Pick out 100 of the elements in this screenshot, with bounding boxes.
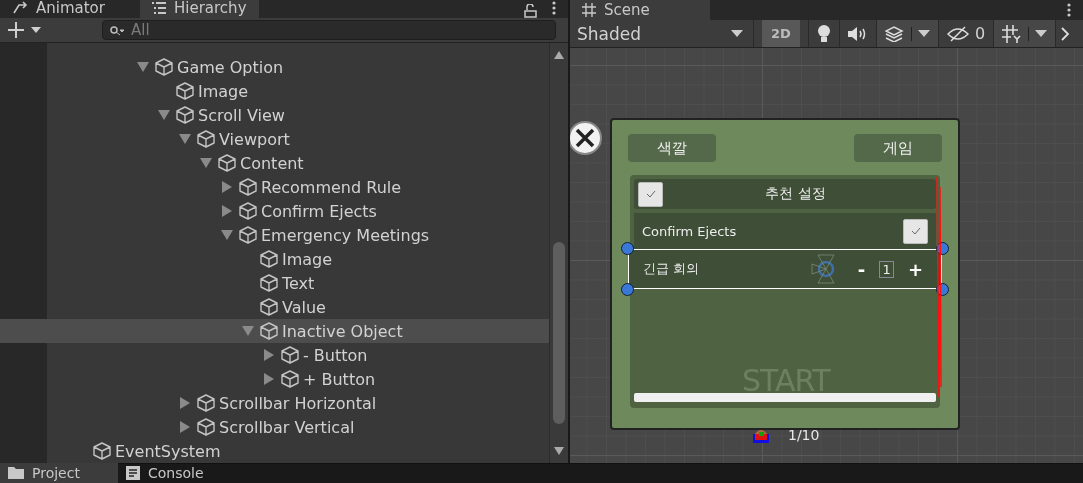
hierarchy-item[interactable]: Game Option xyxy=(0,55,549,79)
item-label: Scroll View xyxy=(198,105,285,125)
hierarchy-item[interactable]: Value xyxy=(0,295,549,319)
item-label: EventSystem xyxy=(115,441,221,461)
item-label: Scrollbar Vertical xyxy=(219,417,355,437)
checkbox[interactable] xyxy=(903,218,928,244)
2d-toggle[interactable]: 2D xyxy=(762,20,800,47)
category-tab[interactable]: 색깔 xyxy=(628,134,716,162)
scene-tab[interactable]: Scene xyxy=(570,0,710,20)
cube-icon xyxy=(259,321,279,341)
item-label: Recommend Rule xyxy=(261,177,402,197)
item-label: Value xyxy=(282,297,326,317)
expanded-arrow-icon[interactable] xyxy=(242,326,254,336)
bulb-icon xyxy=(817,24,831,43)
cube-icon xyxy=(196,129,216,149)
check-icon xyxy=(645,190,656,198)
search-field[interactable]: All xyxy=(102,19,556,40)
cube-icon xyxy=(196,417,216,437)
cube-icon xyxy=(217,153,237,173)
panel-tab[interactable]: Project xyxy=(0,463,118,483)
collapsed-arrow-icon[interactable] xyxy=(180,397,190,409)
checkbox[interactable] xyxy=(638,181,663,207)
section-title: 추천 설정 xyxy=(764,185,827,203)
grid-icon xyxy=(582,3,596,17)
hierarchy-item[interactable]: Confirm Ejects xyxy=(0,199,549,223)
cube-icon xyxy=(238,225,258,245)
shading-dropdown[interactable]: Shaded xyxy=(570,20,754,47)
caret-icon xyxy=(1035,30,1048,37)
item-label: Emergency Meetings xyxy=(261,225,430,245)
hidden-eye-icon xyxy=(947,25,969,42)
item-label: Confirm Ejects xyxy=(261,201,377,221)
layers-icon xyxy=(885,25,905,42)
plus-button[interactable]: + xyxy=(903,258,927,280)
panel-tab[interactable]: Hierarchy xyxy=(140,0,259,18)
category-tab[interactable]: 게임 xyxy=(854,134,942,162)
collapsed-arrow-icon[interactable] xyxy=(264,373,274,385)
option-label: 긴급 회의 xyxy=(643,260,700,278)
speaker-icon xyxy=(848,26,868,41)
check-icon xyxy=(910,227,921,235)
panel-tab[interactable]: Console xyxy=(118,463,216,483)
more-icon[interactable] xyxy=(1067,3,1071,17)
item-label: Inactive Object xyxy=(282,321,403,341)
scrollbar-thumb[interactable] xyxy=(553,242,565,424)
console-icon xyxy=(126,466,140,480)
item-label: - Button xyxy=(303,345,368,365)
item-label: + Button xyxy=(303,369,376,389)
folder-icon xyxy=(8,467,24,479)
item-label: Scrollbar Horizontal xyxy=(219,393,377,413)
item-label: Text xyxy=(282,273,315,293)
close-icon[interactable] xyxy=(570,120,603,156)
caret-icon xyxy=(918,30,930,37)
hierarchy-item[interactable]: Text xyxy=(0,271,549,295)
list-icon xyxy=(152,1,166,14)
collapsed-arrow-icon[interactable] xyxy=(222,205,232,217)
hierarchy-item[interactable]: Scrollbar Horizontal xyxy=(0,391,549,415)
expanded-arrow-icon[interactable] xyxy=(200,158,212,168)
hierarchy-item[interactable]: Scroll View xyxy=(0,103,549,127)
item-label: Content xyxy=(240,153,304,173)
hierarchy-item[interactable]: Emergency Meetings xyxy=(0,223,549,247)
hierarchy-item[interactable]: Content xyxy=(0,151,549,175)
cube-icon xyxy=(154,57,174,77)
item-label: Image xyxy=(198,81,249,101)
hierarchy-item[interactable]: + Button xyxy=(0,367,549,391)
lock-icon[interactable] xyxy=(524,3,538,18)
cube-icon xyxy=(259,249,279,269)
hierarchy-item[interactable]: Inactive Object xyxy=(0,319,549,343)
grid-snap-icon xyxy=(1002,24,1023,43)
cube-icon xyxy=(175,81,195,101)
hierarchy-item[interactable]: Image xyxy=(0,79,549,103)
value-field: 1 xyxy=(879,260,894,278)
grid-snap-button[interactable] xyxy=(993,20,1056,47)
cube-icon xyxy=(238,201,258,221)
resize-handle[interactable] xyxy=(621,242,634,255)
selected-row[interactable]: 긴급 회의 - 1 + xyxy=(628,249,942,289)
expanded-arrow-icon[interactable] xyxy=(137,62,149,72)
hierarchy-item[interactable]: Viewport xyxy=(0,127,549,151)
collapsed-arrow-icon[interactable] xyxy=(180,421,190,433)
hierarchy-item[interactable]: Scrollbar Vertical xyxy=(0,415,549,439)
expanded-arrow-icon[interactable] xyxy=(221,230,233,240)
add-icon[interactable] xyxy=(8,21,42,38)
scroll-up-icon[interactable] xyxy=(554,51,564,59)
option-label: Confirm Ejects xyxy=(642,223,737,239)
expanded-arrow-icon[interactable] xyxy=(158,110,170,120)
effects-button[interactable] xyxy=(876,20,938,47)
minus-button[interactable]: - xyxy=(853,258,870,280)
hierarchy-item[interactable]: Image xyxy=(0,247,549,271)
hierarchy-item[interactable]: - Button xyxy=(0,343,549,367)
cube-icon xyxy=(259,297,279,317)
cube-icon xyxy=(259,273,279,293)
more-icon[interactable] xyxy=(552,0,556,15)
collapsed-arrow-icon[interactable] xyxy=(264,349,274,361)
hierarchy-item[interactable]: Recommend Rule xyxy=(0,175,549,199)
resize-handle[interactable] xyxy=(621,283,634,296)
animator-icon xyxy=(12,0,28,15)
cube-icon xyxy=(175,105,195,125)
collapsed-arrow-icon[interactable] xyxy=(222,181,232,193)
hierarchy-item[interactable]: EventSystem xyxy=(0,439,549,463)
scroll-down-icon[interactable] xyxy=(554,447,564,455)
expanded-arrow-icon[interactable] xyxy=(179,134,191,144)
cube-icon xyxy=(280,345,300,365)
